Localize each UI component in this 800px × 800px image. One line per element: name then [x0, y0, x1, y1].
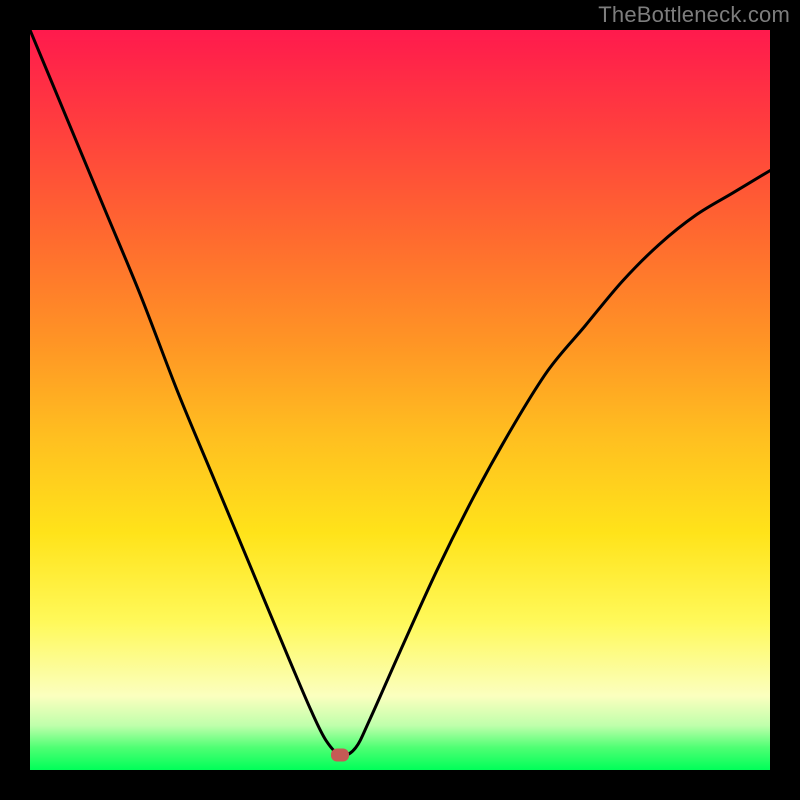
- plot-area: [30, 30, 770, 770]
- chart-frame: TheBottleneck.com: [0, 0, 800, 800]
- minimum-marker: [331, 749, 349, 762]
- curve-path: [30, 30, 770, 755]
- bottleneck-curve: [30, 30, 770, 770]
- watermark-text: TheBottleneck.com: [598, 2, 790, 28]
